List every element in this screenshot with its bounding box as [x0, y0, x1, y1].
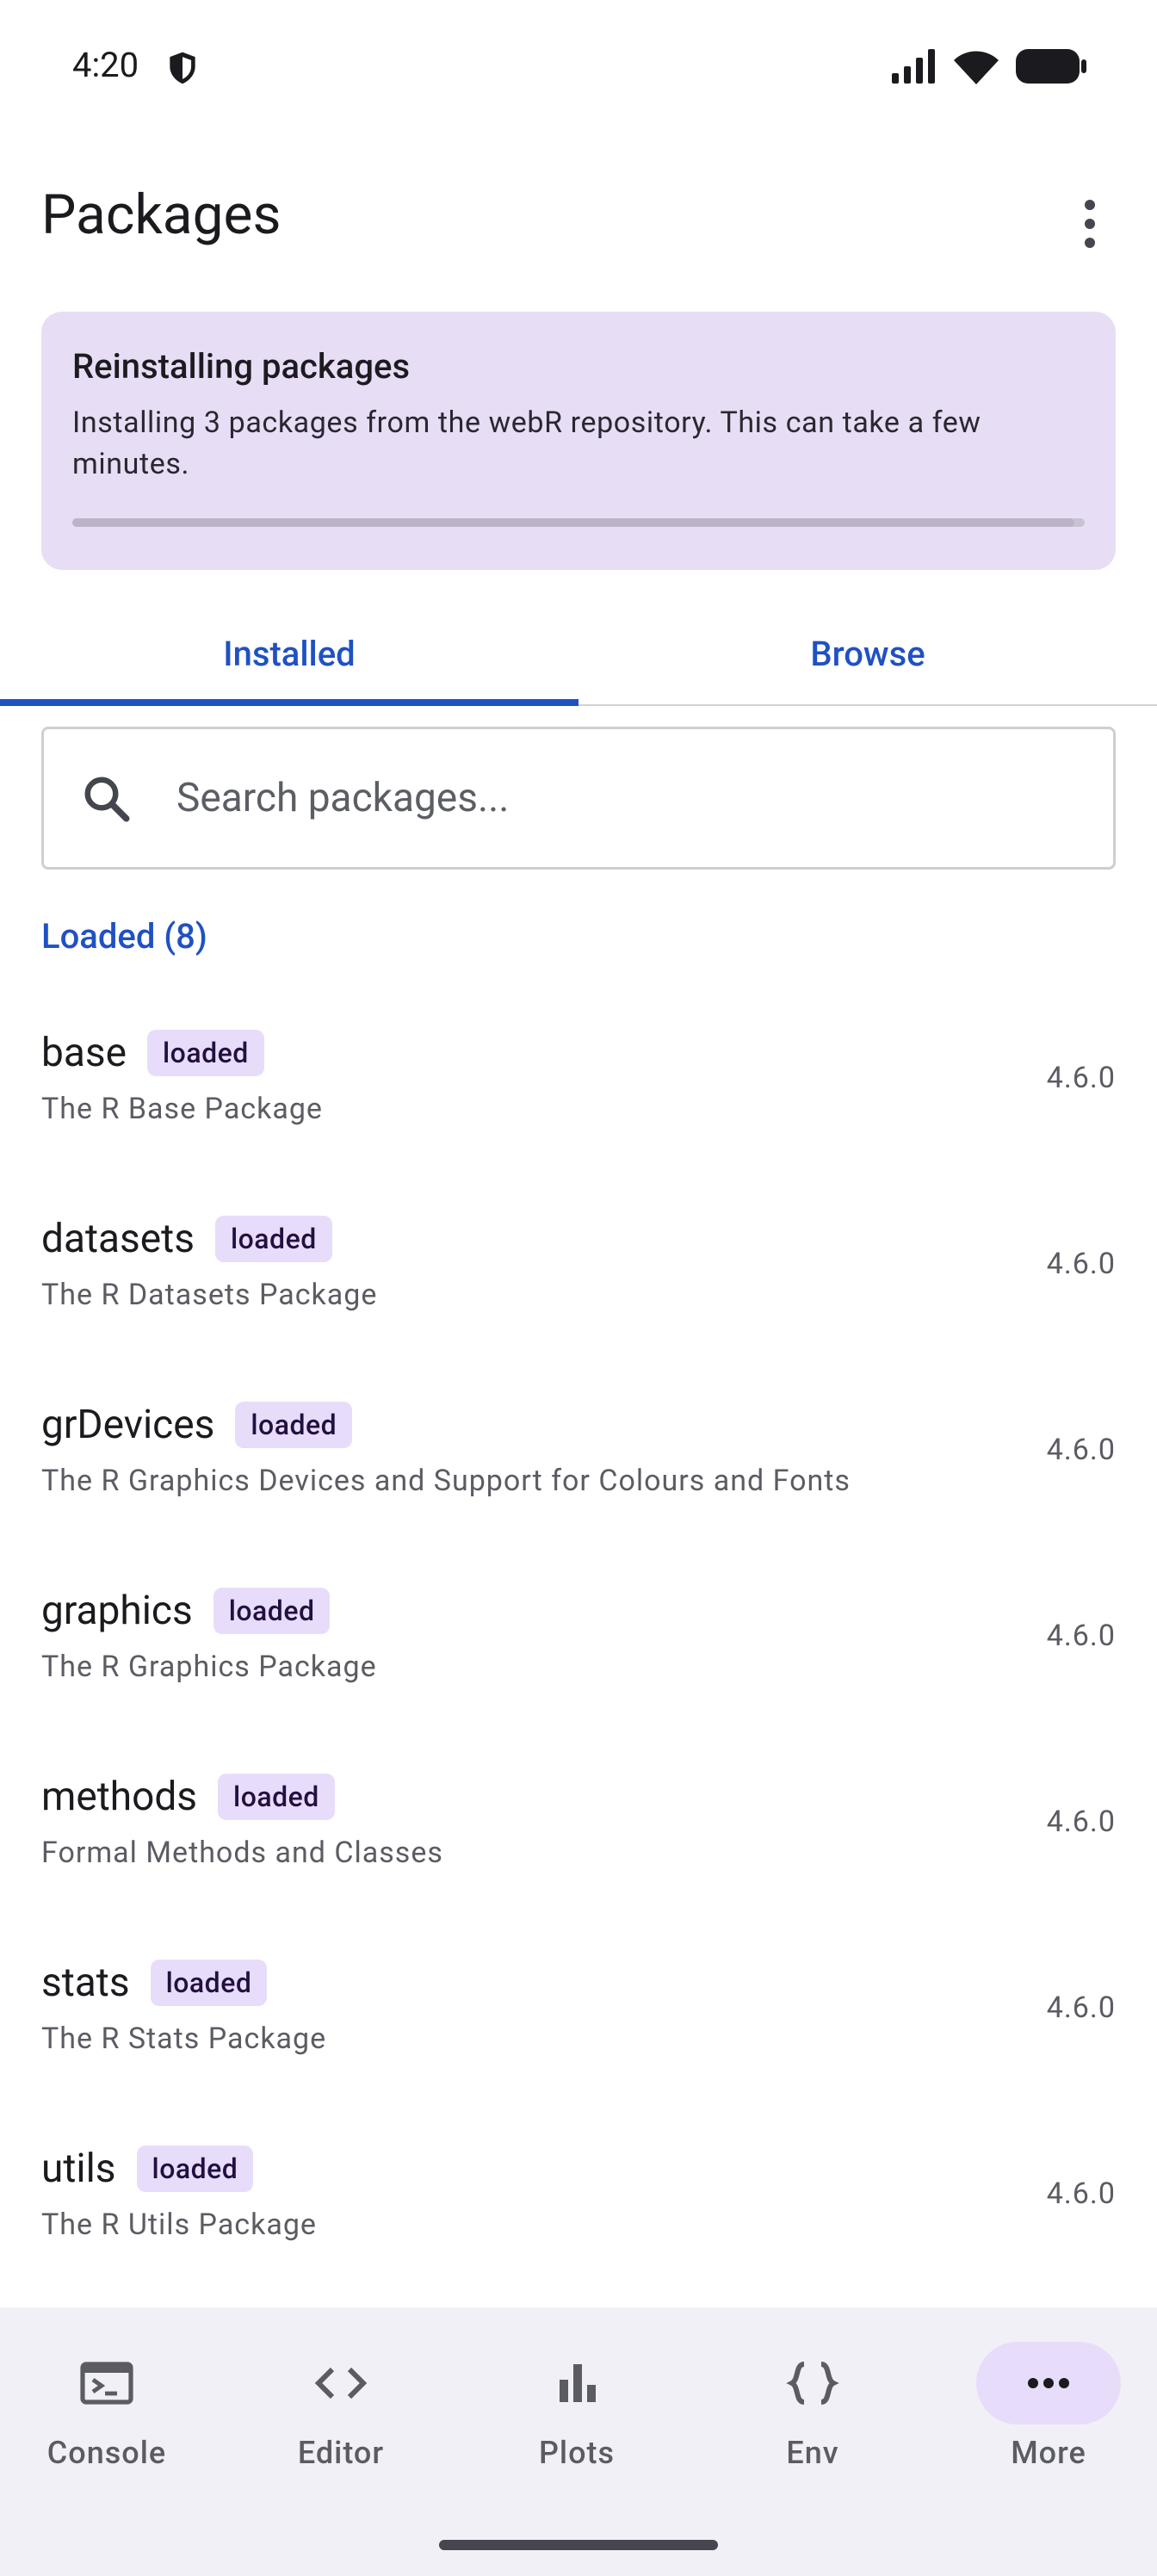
package-name: base [41, 1030, 127, 1076]
status-badge: loaded [150, 1960, 268, 2006]
list-item[interactable]: stats loaded The R Stats Package 4.6.0 [0, 1932, 1157, 2118]
progress-fill [72, 518, 1075, 527]
package-description: The R Datasets Package [41, 1278, 378, 1312]
list-item[interactable]: grDevices loaded The R Graphics Devices an… [0, 1374, 1157, 1560]
nav-label: Env [786, 2435, 839, 2471]
status-badge: loaded [218, 1774, 335, 1820]
package-description: The R Base Package [41, 1092, 323, 1126]
nav-editor[interactable]: Editor [263, 2342, 418, 2471]
package-description: Formal Methods and Classes [41, 1836, 443, 1870]
list-item[interactable]: methods loaded Formal Methods and Classes 4… [0, 1746, 1157, 1932]
bottom-navigation: Console Editor Plots Env More [0, 2307, 1157, 2576]
package-description: The R Utils Package [41, 2208, 317, 2242]
package-title-line: stats loaded [41, 1960, 268, 2006]
banner-title: Reinstalling packages [72, 346, 411, 387]
tab-label: Installed [223, 633, 356, 674]
nav-plots[interactable]: Plots [499, 2342, 654, 2471]
shield-icon [170, 52, 195, 84]
package-name: grDevices [41, 1402, 215, 1448]
overflow-menu-icon[interactable] [1064, 191, 1116, 257]
code-icon [269, 2342, 413, 2424]
package-name: stats [41, 1960, 130, 2006]
search-box[interactable] [41, 727, 1116, 870]
more-horizontal-icon [976, 2342, 1121, 2424]
package-name: datasets [41, 1216, 195, 1262]
bar-chart-icon [504, 2342, 649, 2424]
search-input[interactable] [175, 774, 1039, 822]
package-description: The R Graphics Package [41, 1650, 377, 1684]
reinstall-banner: Reinstalling packages Installing 3 packa… [41, 312, 1116, 570]
package-version: 4.6.0 [1046, 1061, 1116, 1095]
nav-label: Plots [538, 2435, 616, 2471]
signal-icon [892, 49, 935, 84]
progress-bar [72, 518, 1085, 527]
nav-console[interactable]: Console [29, 2342, 184, 2471]
package-list: base loaded The R Base Package 4.6.0 dataset… [0, 1002, 1157, 2304]
tab-installed[interactable]: Installed [0, 603, 578, 706]
package-version: 4.6.0 [1046, 1805, 1116, 1839]
status-time: 4:20 [72, 45, 139, 85]
status-badge: loaded [213, 1588, 331, 1634]
status-icons [892, 48, 1086, 84]
tab-bar: Installed Browse [0, 603, 1157, 706]
package-version: 4.6.0 [1046, 1247, 1116, 1281]
package-version: 4.6.0 [1046, 1991, 1116, 2025]
banner-message: Installing 3 packages from the webR repo… [72, 406, 981, 481]
search-icon [84, 777, 130, 822]
status-badge: loaded [136, 2146, 254, 2192]
status-badge: loaded [147, 1030, 264, 1076]
tab-browse[interactable]: Browse [578, 603, 1157, 704]
wifi-icon [954, 51, 999, 84]
list-item[interactable]: datasets loaded The R Datasets Package 4.6.… [0, 1188, 1157, 1374]
package-name: graphics [41, 1588, 193, 1634]
list-item[interactable]: graphics loaded The R Graphics Package 4.6.… [0, 1560, 1157, 1746]
package-version: 4.6.0 [1046, 2177, 1116, 2211]
home-indicator[interactable] [439, 2540, 718, 2550]
package-title-line: methods loaded [41, 1774, 335, 1820]
nav-env[interactable]: Env [735, 2342, 890, 2471]
package-title-line: utils loaded [41, 2146, 254, 2192]
package-title-line: graphics loaded [41, 1588, 331, 1634]
package-version: 4.6.0 [1046, 1433, 1116, 1467]
package-description: The R Graphics Devices and Support for C… [41, 1464, 851, 1498]
nav-label: Console [46, 2435, 167, 2471]
nav-label: Editor [297, 2435, 385, 2471]
package-name: utils [41, 2146, 116, 2192]
status-badge: loaded [214, 1216, 332, 1262]
tab-label: Browse [810, 633, 925, 674]
package-version: 4.6.0 [1046, 1619, 1116, 1653]
list-item[interactable]: base loaded The R Base Package 4.6.0 [0, 1002, 1157, 1188]
section-header-loaded: Loaded (8) [41, 916, 207, 957]
list-item[interactable]: utils loaded The R Utils Package 4.6.0 [0, 2118, 1157, 2304]
package-title-line: datasets loaded [41, 1216, 332, 1262]
battery-icon [1016, 49, 1086, 84]
package-title-line: grDevices loaded [41, 1402, 353, 1448]
console-icon [34, 2342, 179, 2424]
braces-icon [740, 2342, 885, 2424]
package-description: The R Stats Package [41, 2022, 327, 2056]
package-title-line: base loaded [41, 1030, 264, 1076]
status-badge: loaded [235, 1402, 353, 1448]
nav-label: More [1011, 2435, 1086, 2471]
page-title: Packages [41, 183, 282, 247]
nav-more[interactable]: More [971, 2342, 1126, 2471]
package-name: methods [41, 1774, 198, 1820]
